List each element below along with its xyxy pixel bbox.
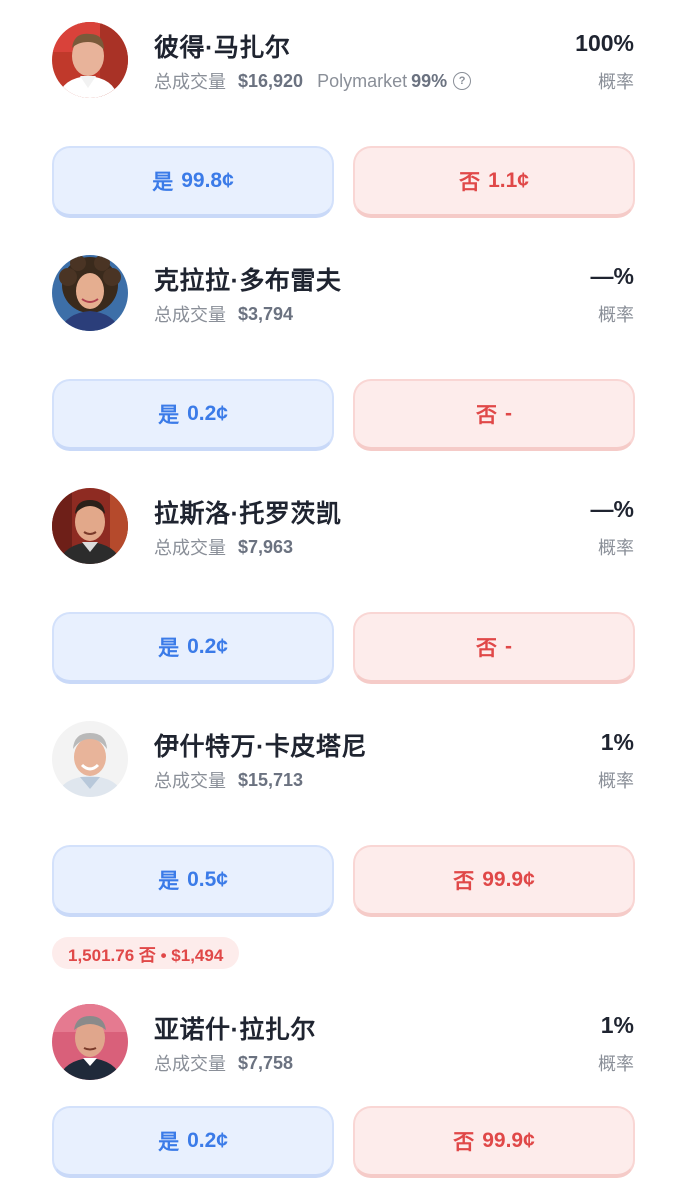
yes-label: 是 <box>158 404 180 427</box>
yes-label: 是 <box>158 1131 180 1154</box>
candidate-name[interactable]: 伊什特万·卡皮塔尼 <box>154 727 367 763</box>
volume-value: $16,920 <box>238 70 304 91</box>
candidate-name[interactable]: 拉斯洛·托罗茨凯 <box>154 494 341 530</box>
no-price: - <box>505 635 512 658</box>
market-meta: 总成交量 $3,794 <box>154 301 293 327</box>
probability-label: 概率 <box>598 72 634 92</box>
volume-label: 总成交量 <box>154 305 226 325</box>
candidate-name[interactable]: 彼得·马扎尔 <box>154 28 290 64</box>
probability-value: —% <box>590 263 634 289</box>
buy-yes-button[interactable]: 是 0.5¢ <box>52 845 334 917</box>
market-meta: 总成交量 $16,920 Polymarket 99% ? <box>154 68 472 94</box>
buy-yes-button[interactable]: 是 0.2¢ <box>52 612 334 684</box>
volume-label: 总成交量 <box>154 72 226 92</box>
probability-label: 概率 <box>598 1054 634 1074</box>
no-label: 否 <box>476 404 497 427</box>
avatar[interactable] <box>52 721 128 797</box>
probability-label: 概率 <box>598 538 634 558</box>
buy-no-button[interactable]: 否 - <box>353 612 635 684</box>
volume-value: $7,963 <box>238 536 294 557</box>
volume-value: $15,713 <box>238 769 304 790</box>
source-name: Polymarket <box>317 70 408 91</box>
avatar[interactable] <box>52 255 128 331</box>
volume-label: 总成交量 <box>154 771 226 791</box>
market-meta: 总成交量 $15,713 <box>154 767 303 793</box>
market-meta: 总成交量 $7,758 <box>154 1050 293 1076</box>
yes-price: 0.2¢ <box>187 635 228 658</box>
no-price: 99.9¢ <box>482 868 535 891</box>
no-price: 1.1¢ <box>488 169 529 192</box>
probability-label: 概率 <box>598 305 634 325</box>
buy-no-button[interactable]: 否 99.9¢ <box>353 1106 635 1178</box>
probability-value: —% <box>590 496 634 522</box>
avatar[interactable] <box>52 1004 128 1080</box>
buy-yes-button[interactable]: 是 0.2¢ <box>52 1106 334 1178</box>
candidate-name[interactable]: 克拉拉·多布雷夫 <box>154 261 341 297</box>
volume-label: 总成交量 <box>154 1054 226 1074</box>
buy-no-button[interactable]: 否 - <box>353 379 635 451</box>
yes-label: 是 <box>158 637 180 660</box>
volume-value: $3,794 <box>238 303 294 324</box>
yes-label: 是 <box>152 171 174 194</box>
market-meta: 总成交量 $7,963 <box>154 534 293 560</box>
volume-label: 总成交量 <box>154 538 226 558</box>
probability-label: 概率 <box>598 771 634 791</box>
person-photo-icon <box>52 721 128 797</box>
buy-yes-button[interactable]: 是 0.2¢ <box>52 379 334 451</box>
no-price: - <box>505 402 512 425</box>
avatar[interactable] <box>52 22 128 98</box>
candidate-name[interactable]: 亚诺什·拉扎尔 <box>154 1010 316 1046</box>
buy-no-button[interactable]: 否 1.1¢ <box>353 146 635 218</box>
volume-value: $7,758 <box>238 1052 294 1073</box>
probability-value: 1% <box>600 1012 634 1038</box>
user-position-badge[interactable]: 1,501.76 否 • $1,494 <box>52 937 240 969</box>
yes-price: 0.5¢ <box>187 868 228 891</box>
probability-value: 1% <box>600 729 634 755</box>
yes-label: 是 <box>158 870 180 893</box>
probability-value: 100% <box>575 30 634 56</box>
help-icon[interactable]: ? <box>453 72 472 90</box>
yes-price: 0.2¢ <box>187 1129 228 1152</box>
person-photo-icon <box>52 22 128 98</box>
source-percentage: 99% <box>411 70 448 91</box>
no-label: 否 <box>453 1131 475 1154</box>
avatar[interactable] <box>52 488 128 564</box>
no-label: 否 <box>476 637 497 660</box>
person-photo-icon <box>52 1004 128 1080</box>
person-photo-icon <box>52 488 128 564</box>
buy-yes-button[interactable]: 是 99.8¢ <box>52 146 334 218</box>
no-label: 否 <box>453 870 475 893</box>
yes-price: 0.2¢ <box>187 402 228 425</box>
no-price: 99.9¢ <box>482 1129 535 1152</box>
yes-price: 99.8¢ <box>181 169 234 192</box>
no-label: 否 <box>459 171 481 194</box>
person-photo-icon <box>52 255 128 331</box>
buy-no-button[interactable]: 否 99.9¢ <box>353 845 635 917</box>
